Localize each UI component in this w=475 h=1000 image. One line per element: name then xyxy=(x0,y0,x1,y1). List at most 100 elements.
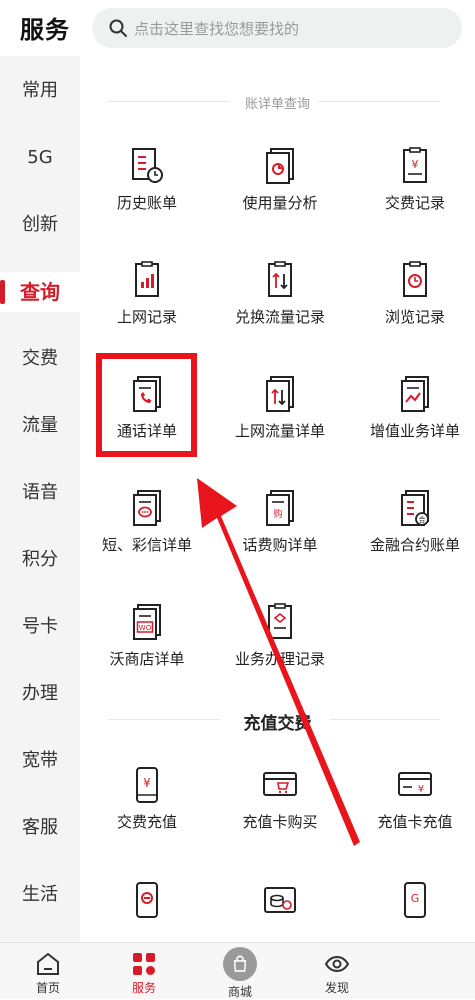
tile-phone-recharge[interactable]: ¥ 交费充值 xyxy=(82,765,212,832)
history-bill-icon xyxy=(132,148,163,183)
service-icon xyxy=(133,953,155,975)
coin-card-icon xyxy=(264,887,296,913)
tile-partial[interactable] xyxy=(215,880,345,942)
tab-label: 发现 xyxy=(324,981,349,995)
payment-record-icon: ¥ xyxy=(403,147,427,183)
sidebar-item-number-card[interactable]: 号卡 xyxy=(0,607,80,647)
browse-history-icon xyxy=(403,261,427,297)
tile-label: 上网记录 xyxy=(116,308,177,326)
tile-label: 沃商店详单 xyxy=(109,650,185,668)
sidebar-item-broadband[interactable]: 宽带 xyxy=(0,741,80,781)
sidebar-item-label: 号卡 xyxy=(22,616,58,637)
business-record-icon xyxy=(268,603,292,639)
tile-usage-analysis[interactable]: 使用量分析 xyxy=(215,146,345,213)
phone-g-icon: G xyxy=(404,882,426,918)
card-recharge-icon: ¥ xyxy=(398,772,432,796)
tile-partial[interactable] xyxy=(82,880,212,942)
sidebar-item-label: 常用 xyxy=(22,80,58,101)
tab-home[interactable]: 首页 xyxy=(8,951,88,996)
section-title-bill-query: 账详单查询 xyxy=(244,97,310,112)
tile-label: 交费充值 xyxy=(116,813,177,831)
internet-record-icon xyxy=(135,261,159,297)
tile-label: 充值卡充值 xyxy=(377,813,453,831)
highlight-box xyxy=(96,353,197,457)
sidebar-item-data[interactable]: 流量 xyxy=(0,406,80,446)
tile-partial[interactable]: G xyxy=(350,880,475,942)
svg-text:¥: ¥ xyxy=(412,158,419,171)
sidebar-item-label: 流量 xyxy=(22,415,58,436)
sidebar-item-label: 生活 xyxy=(22,884,58,905)
home-icon xyxy=(37,952,59,975)
tile-browse-record[interactable]: 浏览记录 xyxy=(350,260,475,327)
tile-label: 浏览记录 xyxy=(384,308,445,326)
sidebar-item-query[interactable]: 查询 xyxy=(0,272,80,312)
svg-text:合: 合 xyxy=(419,515,426,524)
finance-contract-icon: 合 xyxy=(401,490,429,526)
sidebar-item-label: 宽带 xyxy=(22,750,58,771)
sidebar-item-handle[interactable]: 办理 xyxy=(0,674,80,714)
tile-label: 使用量分析 xyxy=(242,194,318,212)
card-purchase-icon xyxy=(263,772,297,796)
phone-recharge-icon: ¥ xyxy=(136,767,158,803)
data-exchange-icon xyxy=(268,261,292,297)
tile-label: 金融合约账单 xyxy=(369,536,460,554)
sidebar-item-innovation[interactable]: 创新 xyxy=(0,205,80,245)
sidebar-item-life[interactable]: 生活 xyxy=(0,875,80,915)
sidebar-item-payment[interactable]: 交费 xyxy=(0,339,80,379)
tile-value-added-detail[interactable]: 增值业务详单 xyxy=(350,374,475,441)
discover-icon xyxy=(324,955,350,973)
sidebar-item-label: 积分 xyxy=(22,549,58,570)
tile-card-purchase[interactable]: 充值卡购买 xyxy=(215,765,345,832)
sidebar-item-customer-service[interactable]: 客服 xyxy=(0,808,80,848)
tile-label: 交费记录 xyxy=(384,194,445,212)
svg-text:购: 购 xyxy=(273,508,282,520)
search-icon xyxy=(109,19,127,37)
tab-service[interactable]: 服务 xyxy=(104,951,184,996)
value-added-icon xyxy=(401,376,429,412)
purchase-detail-icon: 购 xyxy=(266,490,294,526)
svg-text:G: G xyxy=(411,892,420,905)
tile-label: 上网流量详单 xyxy=(234,422,325,440)
tab-label: 商城 xyxy=(227,985,252,999)
svg-text:WO: WO xyxy=(139,624,152,632)
tab-label: 服务 xyxy=(131,981,156,995)
phone-cancel-icon xyxy=(136,882,158,918)
tile-payment-record[interactable]: ¥ 交费记录 xyxy=(350,146,475,213)
section-title-recharge: 充值交费 xyxy=(243,714,312,734)
tile-sms-detail[interactable]: 短、彩信详单 xyxy=(82,488,212,555)
tile-purchase-detail[interactable]: 购 话费购详单 xyxy=(215,488,345,555)
sidebar-item-label: 办理 xyxy=(22,683,58,704)
tile-wo-store-detail[interactable]: WO 沃商店详单 xyxy=(82,602,212,669)
tab-discover[interactable]: 发现 xyxy=(297,951,377,996)
tile-finance-contract[interactable]: 合 金融合约账单 xyxy=(350,488,475,555)
sidebar-item-points[interactable]: 积分 xyxy=(0,540,80,580)
tile-card-recharge[interactable]: ¥ 充值卡充值 xyxy=(350,765,475,832)
tile-label: 历史账单 xyxy=(116,194,177,212)
sidebar-item-label: 查询 xyxy=(20,280,60,304)
sidebar-item-5g[interactable]: 5G xyxy=(0,138,80,178)
tile-data-exchange-record[interactable]: 兑换流量记录 xyxy=(215,260,345,327)
tile-history-bill[interactable]: 历史账单 xyxy=(82,146,212,213)
page-title: 服务 xyxy=(20,16,70,44)
sidebar-item-label: 客服 xyxy=(22,817,58,838)
sidebar-item-label: 创新 xyxy=(22,214,58,235)
sidebar-item-voice[interactable]: 语音 xyxy=(0,473,80,513)
tile-business-record[interactable]: 业务办理记录 xyxy=(215,602,345,669)
active-indicator xyxy=(0,280,5,304)
tab-mall[interactable]: 商城 xyxy=(200,947,280,1000)
usage-analysis-icon xyxy=(266,148,294,184)
wo-store-icon: WO xyxy=(133,604,161,640)
tile-label: 业务办理记录 xyxy=(234,650,325,668)
sidebar-item-label: 交费 xyxy=(22,348,58,369)
svg-text:¥: ¥ xyxy=(418,784,424,795)
svg-text:¥: ¥ xyxy=(143,776,151,790)
search-input[interactable]: 点击这里查找您想要找的 xyxy=(92,8,462,48)
mall-icon xyxy=(223,947,257,981)
tile-label: 充值卡购买 xyxy=(242,813,318,831)
tile-data-detail[interactable]: 上网流量详单 xyxy=(215,374,345,441)
data-detail-icon xyxy=(266,376,294,412)
sidebar-item-common[interactable]: 常用 xyxy=(0,71,80,111)
tile-label: 兑换流量记录 xyxy=(234,308,325,326)
tile-internet-record[interactable]: 上网记录 xyxy=(82,260,212,327)
tile-label: 话费购详单 xyxy=(242,536,318,554)
